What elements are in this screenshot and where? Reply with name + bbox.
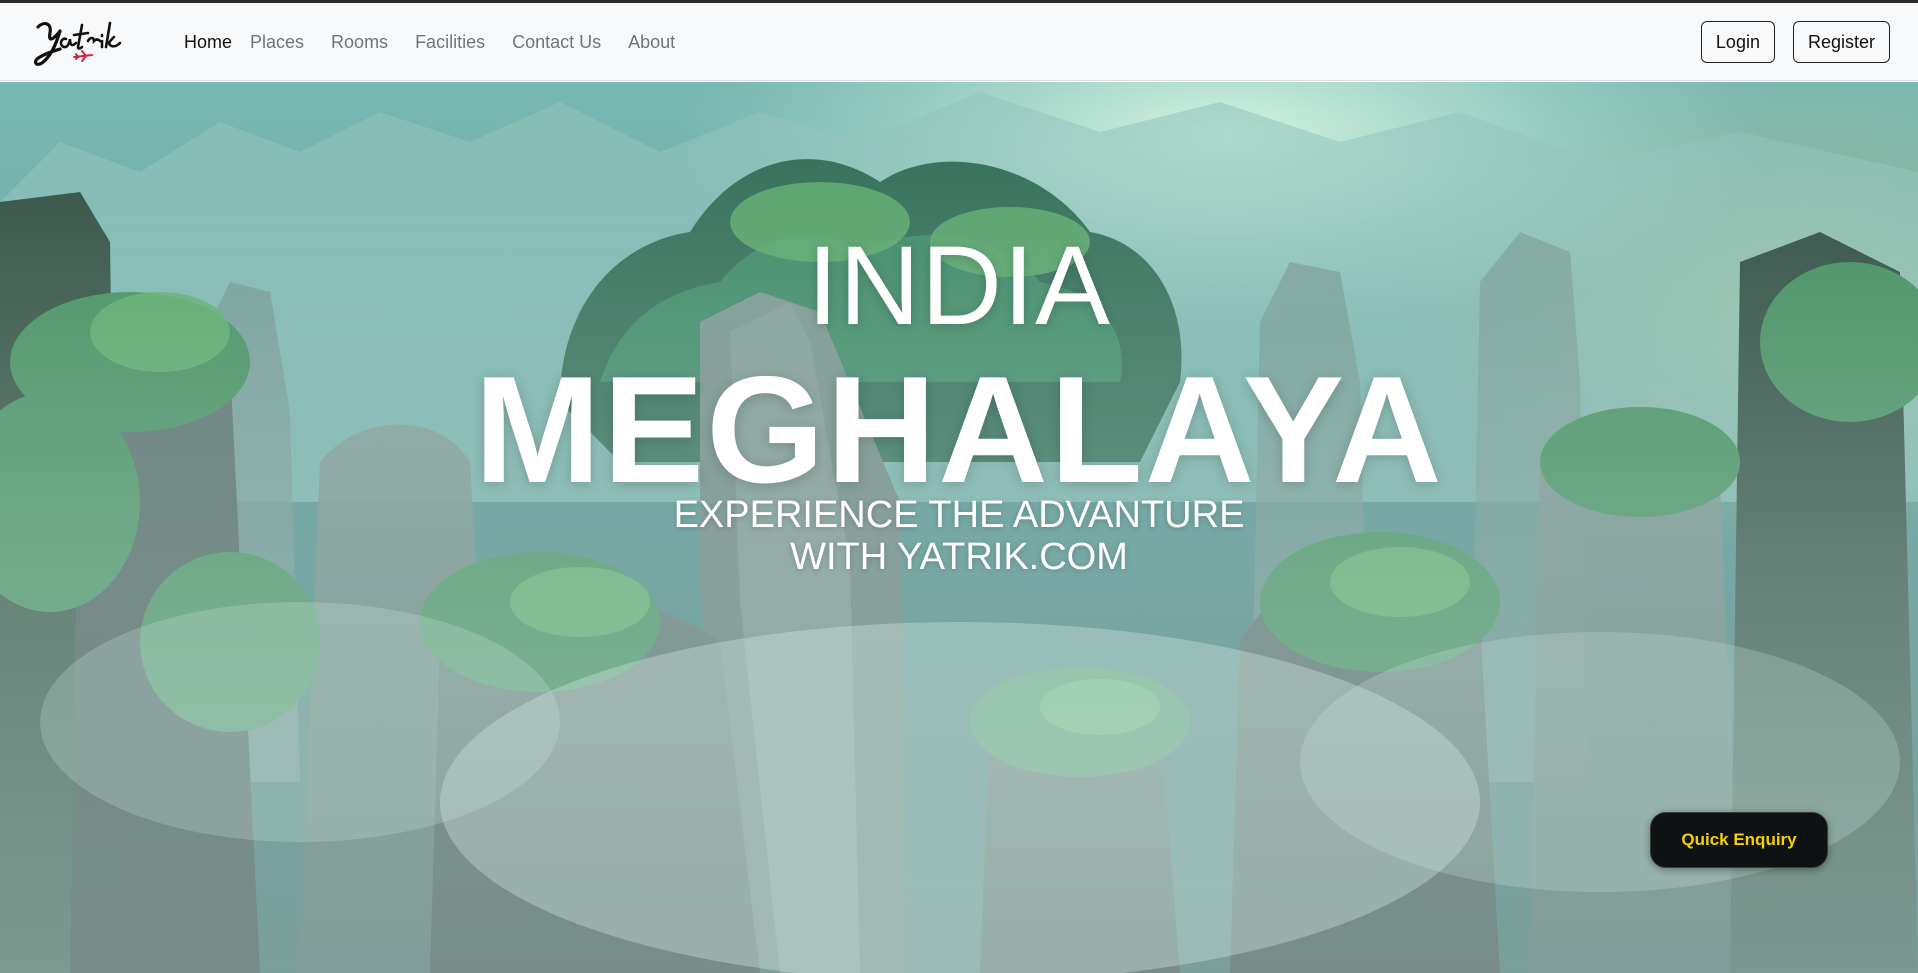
- hero-background-image: [0, 82, 1918, 973]
- register-button[interactable]: Register: [1792, 21, 1890, 63]
- nav-places[interactable]: Places: [250, 32, 304, 53]
- quick-enquiry-button[interactable]: Quick Enquiry: [1650, 812, 1828, 868]
- nav-about[interactable]: About: [628, 32, 675, 53]
- nav-home[interactable]: Home: [184, 32, 232, 53]
- nav-rooms[interactable]: Rooms: [331, 32, 388, 53]
- login-button[interactable]: Login: [1700, 21, 1775, 63]
- navbar: Home Places Rooms Facilities Contact Us …: [0, 3, 1918, 81]
- nav-contact-us[interactable]: Contact Us: [512, 32, 601, 53]
- brand-logo[interactable]: [30, 17, 126, 69]
- nav-facilities[interactable]: Facilities: [415, 32, 485, 53]
- hero-banner: INDIA MEGHALAYA EXPERIENCE THE ADVANTURE…: [0, 82, 1918, 973]
- auth-buttons: Login Register: [1700, 21, 1890, 63]
- main-nav: Home Places Rooms Facilities Contact Us …: [184, 3, 702, 81]
- yatrik-logo-icon: [33, 21, 122, 66]
